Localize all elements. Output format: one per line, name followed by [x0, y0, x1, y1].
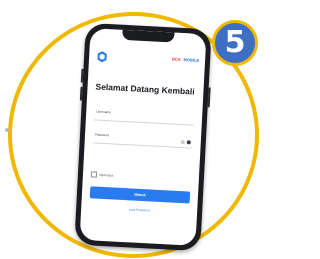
remember-checkbox[interactable] — [90, 171, 98, 178]
forgot-password-link[interactable]: Lupa Password — [81, 205, 197, 215]
password-placeholder: Password — [94, 132, 110, 138]
password-field[interactable]: Password — [92, 130, 194, 149]
app-logo-icon — [97, 51, 107, 63]
tutorial-illustration: BCA MOBILE Selamat Datang Kembali Userna… — [0, 0, 271, 259]
decorative-dot — [5, 128, 9, 132]
volume-button — [80, 68, 84, 83]
username-field[interactable]: Username — [93, 107, 195, 126]
phone-screen: BCA MOBILE Selamat Datang Kembali Userna… — [79, 28, 207, 246]
phone-notch — [122, 29, 175, 43]
remember-label: Ingat Saya — [98, 172, 114, 178]
volume-button — [79, 86, 83, 101]
brand-logo-right: MOBILE — [183, 57, 200, 63]
brand-logo-left: BCA — [171, 56, 181, 62]
show-password-icon[interactable] — [186, 140, 191, 145]
partner-logos: BCA MOBILE — [172, 56, 199, 62]
login-button[interactable]: Masuk — [89, 186, 191, 204]
phone-mockup: BCA MOBILE Selamat Datang Kembali Userna… — [74, 22, 212, 252]
step-number-badge: 5 — [212, 20, 258, 66]
remember-me[interactable]: Ingat Saya — [90, 171, 114, 178]
username-placeholder: Username — [96, 109, 112, 115]
fingerprint-icon[interactable] — [180, 139, 185, 145]
welcome-title: Selamat Datang Kembali — [95, 81, 195, 97]
